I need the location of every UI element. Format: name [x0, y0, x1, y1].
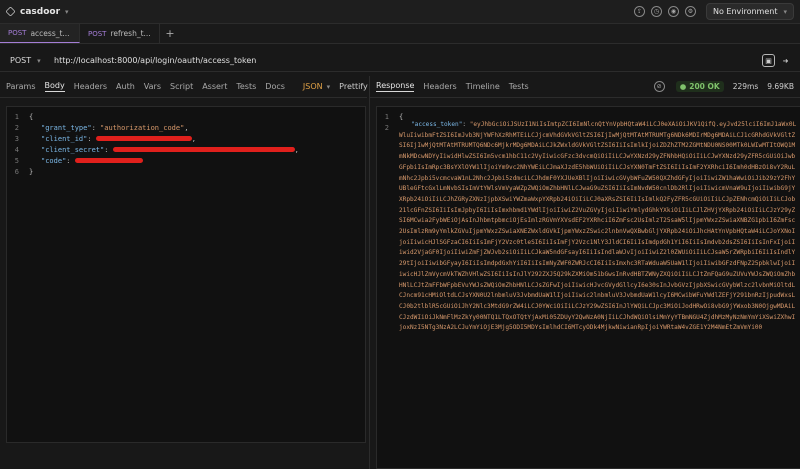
- code-line-number: 2: [384, 123, 389, 132]
- chevron-down-icon: ▾: [783, 7, 787, 16]
- access-token-value: "access_token": "eyJhbGciOiJSUzI1NiIsImt…: [399, 121, 797, 332]
- tab-timeline[interactable]: Timeline: [466, 82, 500, 91]
- clear-response-icon[interactable]: ⊘: [653, 81, 665, 92]
- request-pane: Params Body Headers Auth Vars Script Ass…: [0, 76, 368, 469]
- tab-label: access_t...: [30, 28, 70, 38]
- toolbar-right: ⇪ ◷ ◉ ⚙ No Environment ▾: [633, 3, 794, 20]
- tab-refresh-token[interactable]: POST refresh_t...: [80, 24, 160, 43]
- environment-label: No Environment: [712, 7, 778, 16]
- tab-response-tests[interactable]: Tests: [509, 82, 529, 91]
- tab-label: refresh_t...: [110, 29, 151, 38]
- tab-vars[interactable]: Vars: [144, 82, 161, 91]
- collection-title[interactable]: casdoor ▾: [5, 6, 69, 17]
- redacted-value: [112, 147, 295, 152]
- code-line: 5 "code" :: [7, 155, 365, 166]
- response-viewer[interactable]: 1 { 2 "access_token": "eyJhbGciOiJSUzI1N…: [376, 106, 800, 469]
- environment-select[interactable]: No Environment ▾: [705, 3, 794, 20]
- code-line: 4 "client_secret" : ,: [14, 145, 299, 154]
- redacted-value: [74, 158, 143, 163]
- response-pane: Response Headers Timeline Tests ⊘ ● 200 …: [369, 76, 800, 469]
- tab-script[interactable]: Script: [170, 82, 193, 91]
- response-time: 229ms: [732, 82, 759, 91]
- redacted-value: [95, 136, 192, 141]
- app-title-text: casdoor: [20, 6, 61, 17]
- tab-params[interactable]: Params: [6, 82, 36, 91]
- prettify-button[interactable]: Prettify: [339, 82, 368, 91]
- tab-body[interactable]: Body: [44, 81, 65, 92]
- url-bar: POST ▾ http://localhost:8000/api/login/o…: [0, 50, 800, 72]
- body-editor[interactable]: 1 { 2 "grant_type" : "authorization_code…: [6, 106, 366, 443]
- new-tab-button[interactable]: +: [160, 24, 180, 43]
- code-line: 6 }: [14, 167, 34, 176]
- chevron-down-icon: ▾: [326, 82, 331, 91]
- url-input[interactable]: http://localhost:8000/api/login/oauth/ac…: [48, 50, 762, 72]
- status-dot-icon: ●: [679, 82, 687, 91]
- tab-tests[interactable]: Tests: [236, 82, 256, 91]
- tab-response[interactable]: Response: [376, 81, 415, 92]
- url-actions: ▣ ➜: [762, 54, 800, 67]
- response-subtabs: Response Headers Timeline Tests ⊘ ● 200 …: [370, 76, 800, 98]
- tab-response-headers[interactable]: Headers: [423, 82, 456, 91]
- tab-access-token[interactable]: POST access_t...: [0, 24, 80, 43]
- collection-icon: [5, 6, 16, 17]
- runner-icon[interactable]: ◷: [650, 6, 662, 17]
- settings-icon[interactable]: ⚙: [684, 6, 696, 17]
- method-select[interactable]: POST ▾: [0, 50, 48, 72]
- tab-method: POST: [8, 29, 27, 37]
- send-arrow-icon[interactable]: ➜: [779, 54, 792, 67]
- response-size: 9.69KB: [767, 82, 794, 91]
- request-tab-bar: POST access_t... POST refresh_t... +: [0, 24, 800, 44]
- status-text: 200 OK: [689, 82, 720, 91]
- request-subtabs: Params Body Headers Auth Vars Script Ass…: [0, 76, 368, 98]
- tab-assert[interactable]: Assert: [202, 82, 227, 91]
- code-line: 1 {: [14, 112, 34, 121]
- body-mode-select[interactable]: JSON ▾: [303, 82, 330, 91]
- code-line: 3 "client_id" : ,: [14, 134, 197, 143]
- chevron-down-icon: ▾: [65, 7, 69, 16]
- tab-headers[interactable]: Headers: [74, 82, 107, 91]
- chevron-down-icon: ▾: [37, 56, 41, 65]
- eye-icon[interactable]: ◉: [667, 6, 679, 17]
- status-badge: ● 200 OK: [675, 81, 724, 92]
- code-line: 2 "grant_type" : "authorization_code" ,: [14, 123, 189, 132]
- body-mode-label: JSON: [302, 82, 323, 91]
- tab-auth[interactable]: Auth: [116, 82, 135, 91]
- tab-docs[interactable]: Docs: [265, 82, 285, 91]
- share-icon[interactable]: ⇪: [633, 6, 645, 17]
- tab-method: POST: [88, 29, 107, 38]
- method-label: POST: [10, 56, 32, 65]
- save-icon[interactable]: ▣: [762, 54, 775, 67]
- title-bar: casdoor ▾ ⇪ ◷ ◉ ⚙ No Environment ▾: [0, 0, 800, 24]
